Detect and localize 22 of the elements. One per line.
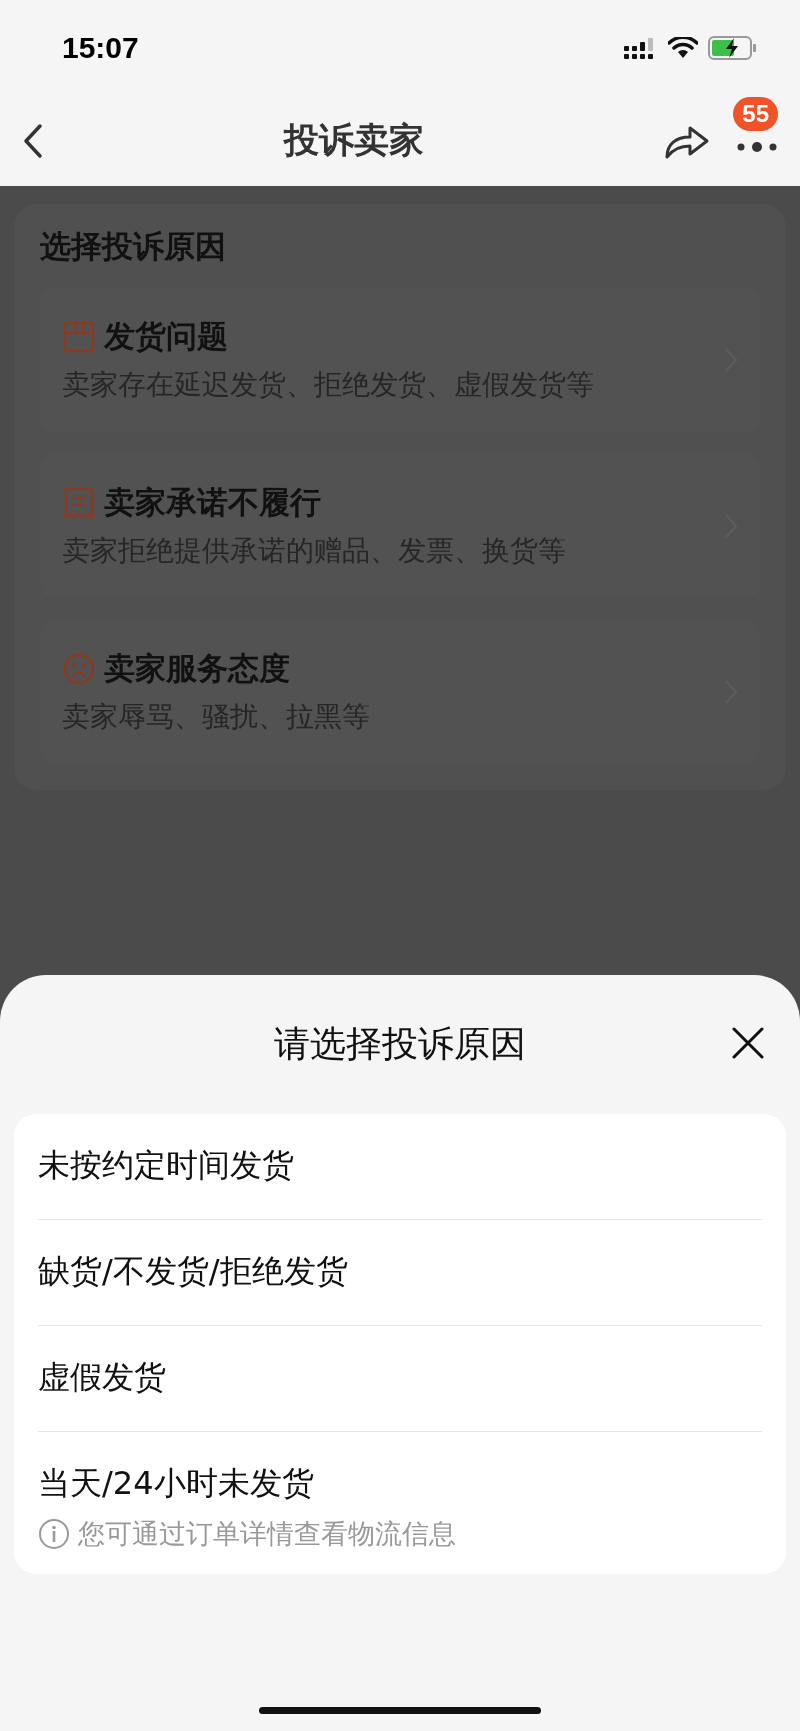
wifi-icon <box>668 36 698 59</box>
notification-badge: 55 <box>733 97 778 131</box>
card-title: 选择投诉原因 <box>40 227 227 266</box>
receipt-icon <box>62 486 96 520</box>
battery-icon <box>708 35 756 60</box>
sad-face-icon <box>62 652 96 686</box>
close-icon[interactable] <box>730 1025 766 1061</box>
status-time: 15:07 <box>62 30 139 65</box>
page-title: 投诉卖家 <box>282 119 425 162</box>
sheet-title: 请选择投诉原因 <box>274 1022 526 1066</box>
reason-title: 卖家承诺不履行 <box>104 483 321 522</box>
option-item[interactable]: 未按约定时间发货 <box>38 1144 762 1188</box>
info-icon <box>38 1518 70 1550</box>
more-icon[interactable] <box>736 140 778 153</box>
option-item[interactable]: 虚假发货 <box>38 1356 762 1400</box>
reason-title: 卖家服务态度 <box>104 649 290 688</box>
option-item[interactable]: 缺货/不发货/拒绝发货 <box>38 1250 762 1294</box>
back-icon[interactable] <box>22 122 44 159</box>
reason-title: 发货问题 <box>104 317 228 356</box>
box-icon <box>62 320 96 354</box>
option-item[interactable]: 当天/24小时未发货 <box>38 1462 762 1506</box>
hint-text: 您可通过订单详情查看物流信息 <box>78 1517 456 1551</box>
